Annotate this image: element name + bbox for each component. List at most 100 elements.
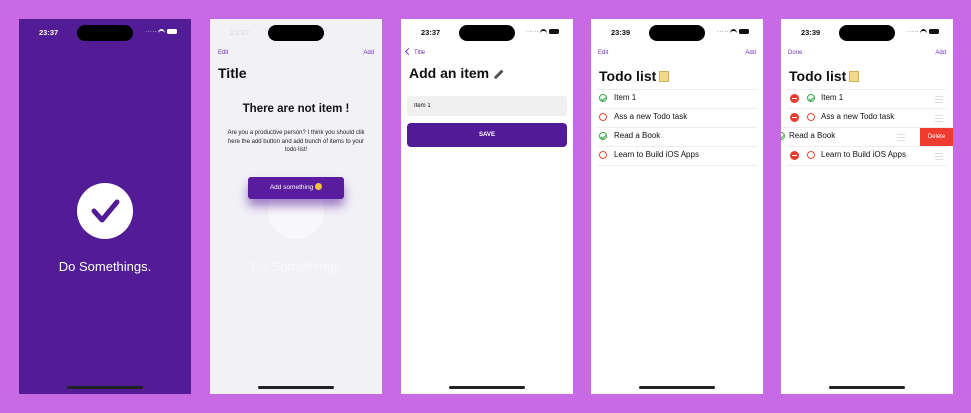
dynamic-island xyxy=(459,25,515,41)
home-indicator xyxy=(829,386,905,389)
status-icons: ..... xyxy=(717,27,751,38)
add-something-button[interactable]: Add something xyxy=(248,177,344,199)
list-item[interactable]: Learn to Build iOS Apps xyxy=(787,146,947,166)
status-bar: 23:37 ..... xyxy=(401,19,573,45)
list-item[interactable]: Read a Book xyxy=(597,127,757,146)
home-indicator xyxy=(258,386,334,389)
checkmark-icon xyxy=(77,183,133,239)
splash-screen: 23:37 ..... Do Somethings. xyxy=(19,19,191,394)
done-button[interactable]: Done xyxy=(788,50,802,56)
todo-edit-screen: 23:39 ..... Done Add Todo list Item 1 As… xyxy=(781,19,953,394)
status-bar: 23:39 ..... xyxy=(781,19,953,45)
back-button[interactable]: Title xyxy=(404,47,426,56)
empty-state-screen: 23:37 Edit Add Title There are not item … xyxy=(210,19,382,394)
list-item[interactable]: Ass a new Todo task xyxy=(597,108,757,127)
reorder-handle-icon[interactable] xyxy=(935,153,943,160)
edit-button[interactable]: Edit xyxy=(218,50,228,56)
wifi-icon xyxy=(158,29,165,38)
page-title-text: Add an item xyxy=(409,65,490,81)
signal-icon: ..... xyxy=(527,27,540,34)
battery-icon xyxy=(549,29,559,34)
home-indicator xyxy=(639,386,715,389)
delete-button[interactable]: Delete xyxy=(920,128,953,146)
item-label: Learn to Build iOS Apps xyxy=(614,150,699,159)
add-button[interactable]: Add xyxy=(935,50,946,56)
checkmark-circle-icon[interactable] xyxy=(599,94,607,102)
reorder-handle-icon[interactable] xyxy=(935,96,943,103)
empty-circle-icon[interactable] xyxy=(807,151,815,159)
smile-emoji-icon xyxy=(315,183,323,190)
add-button[interactable]: Add xyxy=(363,50,374,56)
memo-icon xyxy=(659,71,670,82)
page-title: Add an item xyxy=(409,65,504,81)
list-item[interactable]: Item 1 xyxy=(597,89,757,108)
status-icons: ..... xyxy=(145,27,179,38)
delete-minus-icon[interactable] xyxy=(790,94,799,103)
dynamic-island xyxy=(77,25,133,41)
empty-circle-icon[interactable] xyxy=(599,113,607,121)
save-button[interactable]: SAVE xyxy=(407,123,567,147)
edit-button[interactable]: Edit xyxy=(598,50,608,56)
empty-state-message: Are you a productive person? I think you… xyxy=(227,130,365,153)
dynamic-island xyxy=(268,25,324,41)
status-time: 23:39 xyxy=(801,28,821,37)
status-time: 23:39 xyxy=(611,28,631,37)
dynamic-island xyxy=(649,25,705,41)
wifi-icon xyxy=(730,29,737,38)
battery-icon xyxy=(167,29,177,34)
checkmark-circle-icon[interactable] xyxy=(781,132,785,140)
dynamic-island xyxy=(839,25,895,41)
status-time: 23:37 xyxy=(421,28,441,37)
signal-icon: ..... xyxy=(907,27,920,34)
page-title: Todo list xyxy=(789,68,860,84)
checkmark-circle-icon[interactable] xyxy=(599,132,607,140)
ghost-splash-text: Do Somethings xyxy=(251,259,341,274)
status-icons: ..... xyxy=(527,27,561,38)
item-label: Read a Book xyxy=(614,131,661,140)
add-item-screen: 23:37 ..... Title Add an item SAVE xyxy=(401,19,573,394)
back-label: Title xyxy=(414,50,426,56)
empty-circle-icon[interactable] xyxy=(599,151,607,159)
item-input[interactable] xyxy=(407,96,567,116)
battery-icon xyxy=(739,29,749,34)
reorder-handle-icon[interactable] xyxy=(935,115,943,122)
status-time: 23:37 xyxy=(39,28,59,37)
page-title: Title xyxy=(218,65,247,81)
battery-icon xyxy=(929,29,939,34)
pen-icon xyxy=(493,68,504,79)
item-label: Read a Book xyxy=(789,131,836,140)
reorder-handle-icon[interactable] xyxy=(897,134,905,141)
wifi-icon xyxy=(540,29,547,38)
list-item[interactable]: Ass a new Todo task xyxy=(787,108,947,127)
signal-icon: ..... xyxy=(145,27,158,34)
checkmark-circle-icon[interactable] xyxy=(807,94,815,102)
status-bar: 23:37 ..... xyxy=(19,19,191,45)
page-title: Todo list xyxy=(599,68,670,84)
status-bar: 23:37 xyxy=(210,19,382,45)
item-label: Ass a new Todo task xyxy=(821,112,895,121)
item-label: Ass a new Todo task xyxy=(614,112,688,121)
wifi-icon xyxy=(920,29,927,38)
status-bar: 23:39 ..... xyxy=(591,19,763,45)
status-icons: ..... xyxy=(907,27,941,38)
list-item[interactable]: Item 1 xyxy=(787,89,947,108)
empty-circle-icon[interactable] xyxy=(807,113,815,121)
delete-minus-icon[interactable] xyxy=(790,151,799,160)
status-time: 23:37 xyxy=(230,28,250,37)
todo-list-screen: 23:39 ..... Edit Add Todo list Item 1 As… xyxy=(591,19,763,394)
list-item[interactable]: Learn to Build iOS Apps xyxy=(597,146,757,166)
item-label: Item 1 xyxy=(821,93,844,102)
add-button[interactable]: Add xyxy=(745,50,756,56)
page-title-text: Todo list xyxy=(789,68,847,84)
add-something-label: Add something xyxy=(269,184,314,191)
home-indicator xyxy=(67,386,143,389)
page-title-text: Todo list xyxy=(599,68,657,84)
list-item-swiped[interactable]: Read a Book Delete xyxy=(781,127,953,146)
item-label: Item 1 xyxy=(614,93,637,102)
item-label: Learn to Build iOS Apps xyxy=(821,150,906,159)
memo-icon xyxy=(849,71,860,82)
delete-minus-icon[interactable] xyxy=(790,113,799,122)
signal-icon: ..... xyxy=(717,27,730,34)
splash-text: Do Somethings. xyxy=(58,259,152,274)
chevron-left-icon xyxy=(404,47,413,56)
